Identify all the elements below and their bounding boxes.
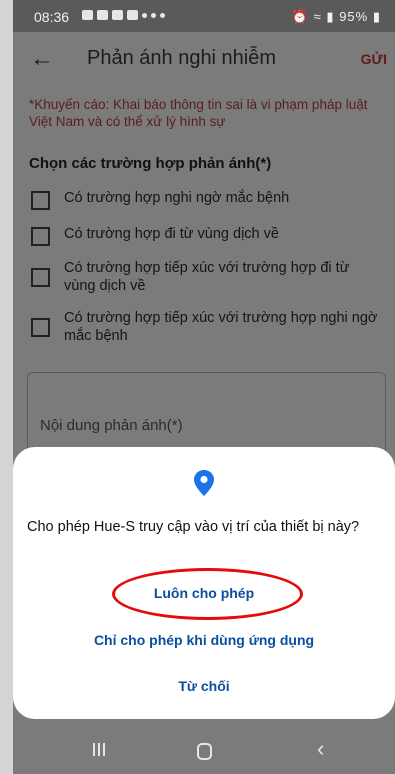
status-time: 08:36 <box>34 9 70 25</box>
system-navigation-bar: ‹ <box>13 730 395 774</box>
home-icon[interactable] <box>197 743 212 760</box>
option-checkbox-item[interactable]: Có trường hợp đi từ vùng dịch về <box>31 225 381 246</box>
content-placeholder: Nội dung phản ánh(*) <box>40 417 183 434</box>
option-label: Có trường hợp nghi ngờ mắc bệnh <box>64 190 290 206</box>
notification-icons <box>82 10 165 20</box>
wifi-icon: ≈ <box>313 9 322 24</box>
notification-icon <box>82 10 93 20</box>
checkbox[interactable] <box>31 191 50 210</box>
send-button[interactable]: GỬI <box>361 51 387 67</box>
battery-icon: ▮ <box>372 9 381 24</box>
notification-icon <box>160 12 165 18</box>
option-checkbox-item[interactable]: Có trường hợp tiếp xúc với trường hợp ng… <box>31 309 381 345</box>
page-title: Phản ánh nghi nhiễm <box>87 47 277 69</box>
notification-icon <box>112 10 123 20</box>
checkbox[interactable] <box>31 268 50 287</box>
notification-icon <box>97 10 108 20</box>
signal-icon: ▮ <box>326 9 335 24</box>
legal-warning: *Khuyến cáo: Khai báo thông tin sai là v… <box>29 97 368 129</box>
option-label: Có trường hợp tiếp xúc với trường hợp đi… <box>64 260 350 294</box>
notification-icon <box>151 12 156 18</box>
allow-while-using-button[interactable]: Chỉ cho phép khi dùng ứng dụng <box>13 632 395 648</box>
checkbox[interactable] <box>31 227 50 246</box>
system-status: ⏰ ≈ ▮ 95% ▮ <box>292 9 381 25</box>
alarm-icon: ⏰ <box>291 9 310 24</box>
notification-icon <box>127 10 138 20</box>
permission-message: Cho phép Hue-S truy cập vào vị trí của t… <box>27 519 360 535</box>
allow-always-button[interactable]: Luôn cho phép <box>13 585 395 601</box>
option-label: Có trường hợp tiếp xúc với trường hợp ng… <box>64 310 378 344</box>
status-bar: 08:36 ⏰ ≈ ▮ 95% ▮ <box>13 0 395 32</box>
back-arrow-icon[interactable]: ← <box>30 45 54 73</box>
checkbox[interactable] <box>31 318 50 337</box>
option-checkbox-item[interactable]: Có trường hợp tiếp xúc với trường hợp đi… <box>31 259 381 295</box>
section-title: Chọn các trường hợp phản ánh(*) <box>29 155 272 172</box>
app-bar: ← Phản ánh nghi nhiễm GỬI <box>13 32 395 88</box>
option-label: Có trường hợp đi từ vùng dịch về <box>64 226 279 242</box>
phone-screen: 08:36 ⏰ ≈ ▮ 95% ▮ ← Phản ánh nghi nhiễm … <box>13 0 395 774</box>
location-permission-dialog: Cho phép Hue-S truy cập vào vị trí của t… <box>13 447 395 719</box>
deny-button[interactable]: Từ chối <box>13 678 395 694</box>
battery-level: 95% <box>339 9 369 24</box>
location-pin-icon <box>194 470 214 496</box>
recent-apps-icon[interactable] <box>93 743 105 756</box>
option-checkbox-item[interactable]: Có trường hợp nghi ngờ mắc bệnh <box>31 189 381 210</box>
nav-back-icon[interactable]: ‹ <box>317 736 324 762</box>
notification-icon <box>142 12 147 18</box>
